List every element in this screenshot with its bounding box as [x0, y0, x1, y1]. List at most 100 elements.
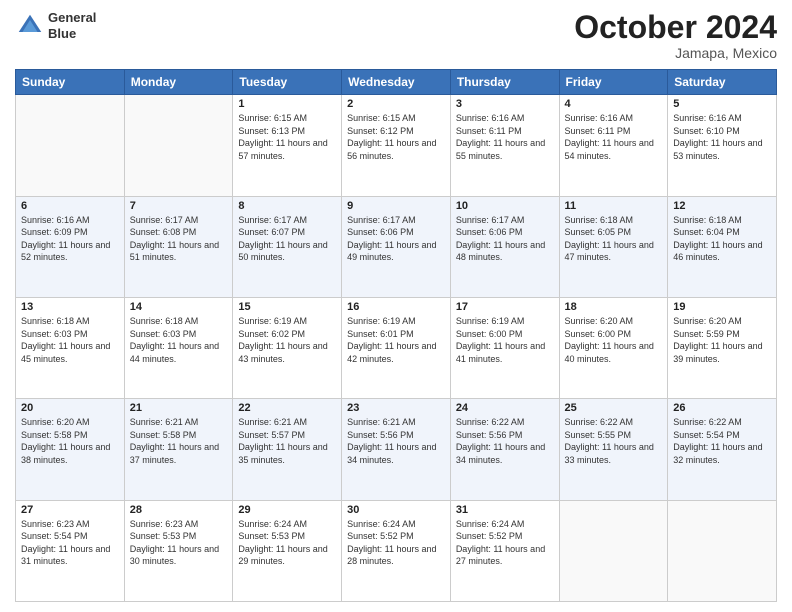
calendar-cell: 18 Sunrise: 6:20 AM Sunset: 6:00 PM Dayli… [559, 297, 668, 398]
day-number: 10 [456, 200, 554, 212]
cell-content: Sunrise: 6:20 AM Sunset: 5:58 PM Dayligh… [21, 416, 119, 466]
day-number: 31 [456, 504, 554, 516]
day-number: 25 [565, 402, 663, 414]
title-block: October 2024 Jamapa, Mexico [574, 10, 777, 61]
cell-content: Sunrise: 6:22 AM Sunset: 5:56 PM Dayligh… [456, 416, 554, 466]
cell-content: Sunrise: 6:15 AM Sunset: 6:12 PM Dayligh… [347, 112, 445, 162]
calendar-cell: 6 Sunrise: 6:16 AM Sunset: 6:09 PM Daylig… [16, 196, 125, 297]
calendar-cell: 28 Sunrise: 6:23 AM Sunset: 5:53 PM Dayli… [124, 500, 233, 601]
calendar-week-2: 6 Sunrise: 6:16 AM Sunset: 6:09 PM Daylig… [16, 196, 777, 297]
cell-content: Sunrise: 6:16 AM Sunset: 6:10 PM Dayligh… [673, 112, 771, 162]
day-number: 8 [238, 200, 336, 212]
day-number: 7 [130, 200, 228, 212]
cell-content: Sunrise: 6:21 AM Sunset: 5:57 PM Dayligh… [238, 416, 336, 466]
cell-content: Sunrise: 6:19 AM Sunset: 6:01 PM Dayligh… [347, 315, 445, 365]
calendar-cell: 7 Sunrise: 6:17 AM Sunset: 6:08 PM Daylig… [124, 196, 233, 297]
day-number: 30 [347, 504, 445, 516]
cell-content: Sunrise: 6:23 AM Sunset: 5:54 PM Dayligh… [21, 518, 119, 568]
day-number: 29 [238, 504, 336, 516]
calendar-table: SundayMondayTuesdayWednesdayThursdayFrid… [15, 69, 777, 602]
day-number: 22 [238, 402, 336, 414]
col-header-sunday: Sunday [16, 70, 125, 95]
cell-content: Sunrise: 6:16 AM Sunset: 6:09 PM Dayligh… [21, 214, 119, 264]
cell-content: Sunrise: 6:19 AM Sunset: 6:00 PM Dayligh… [456, 315, 554, 365]
calendar-cell [668, 500, 777, 601]
calendar-cell: 4 Sunrise: 6:16 AM Sunset: 6:11 PM Daylig… [559, 95, 668, 196]
location: Jamapa, Mexico [574, 45, 777, 61]
cell-content: Sunrise: 6:21 AM Sunset: 5:56 PM Dayligh… [347, 416, 445, 466]
cell-content: Sunrise: 6:20 AM Sunset: 5:59 PM Dayligh… [673, 315, 771, 365]
calendar-cell: 21Sunrise: 6:21 AM Sunset: 5:58 PM Dayli… [124, 399, 233, 500]
logo-icon [15, 11, 45, 41]
col-header-wednesday: Wednesday [342, 70, 451, 95]
day-number: 20 [21, 402, 119, 414]
col-header-monday: Monday [124, 70, 233, 95]
day-number: 11 [565, 200, 663, 212]
cell-content: Sunrise: 6:22 AM Sunset: 5:55 PM Dayligh… [565, 416, 663, 466]
cell-content: Sunrise: 6:17 AM Sunset: 6:06 PM Dayligh… [456, 214, 554, 264]
header: General Blue October 2024 Jamapa, Mexico [15, 10, 777, 61]
day-number: 26 [673, 402, 771, 414]
day-number: 23 [347, 402, 445, 414]
calendar-cell: 26 Sunrise: 6:22 AM Sunset: 5:54 PM Dayli… [668, 399, 777, 500]
calendar-cell: 22 Sunrise: 6:21 AM Sunset: 5:57 PM Dayli… [233, 399, 342, 500]
cell-content: Sunrise: 6:24 AM Sunset: 5:52 PM Dayligh… [347, 518, 445, 568]
calendar-cell: 24Sunrise: 6:22 AM Sunset: 5:56 PM Dayli… [450, 399, 559, 500]
day-number: 9 [347, 200, 445, 212]
logo-text: General Blue [48, 10, 96, 41]
day-number: 28 [130, 504, 228, 516]
calendar-cell [124, 95, 233, 196]
cell-content: Sunrise: 6:24 AM Sunset: 5:53 PM Dayligh… [238, 518, 336, 568]
calendar-cell: 12Sunrise: 6:18 AM Sunset: 6:04 PM Dayli… [668, 196, 777, 297]
day-number: 18 [565, 301, 663, 313]
calendar-cell: 2 Sunrise: 6:15 AM Sunset: 6:12 PM Daylig… [342, 95, 451, 196]
calendar-cell [16, 95, 125, 196]
cell-content: Sunrise: 6:18 AM Sunset: 6:03 PM Dayligh… [21, 315, 119, 365]
cell-content: Sunrise: 6:18 AM Sunset: 6:04 PM Dayligh… [673, 214, 771, 264]
cell-content: Sunrise: 6:16 AM Sunset: 6:11 PM Dayligh… [456, 112, 554, 162]
calendar-cell: 13 Sunrise: 6:18 AM Sunset: 6:03 PM Dayli… [16, 297, 125, 398]
month-title: October 2024 [574, 10, 777, 45]
calendar-cell: 30 Sunrise: 6:24 AM Sunset: 5:52 PM Dayli… [342, 500, 451, 601]
day-number: 27 [21, 504, 119, 516]
calendar-cell: 15Sunrise: 6:19 AM Sunset: 6:02 PM Dayli… [233, 297, 342, 398]
cell-content: Sunrise: 6:17 AM Sunset: 6:08 PM Dayligh… [130, 214, 228, 264]
page: General Blue October 2024 Jamapa, Mexico… [0, 0, 792, 612]
calendar-cell: 16Sunrise: 6:19 AM Sunset: 6:01 PM Dayli… [342, 297, 451, 398]
calendar-cell: 5Sunrise: 6:16 AM Sunset: 6:10 PM Daylig… [668, 95, 777, 196]
calendar-cell: 11 Sunrise: 6:18 AM Sunset: 6:05 PM Dayli… [559, 196, 668, 297]
cell-content: Sunrise: 6:21 AM Sunset: 5:58 PM Dayligh… [130, 416, 228, 466]
calendar-cell: 31Sunrise: 6:24 AM Sunset: 5:52 PM Dayli… [450, 500, 559, 601]
cell-content: Sunrise: 6:18 AM Sunset: 6:03 PM Dayligh… [130, 315, 228, 365]
cell-content: Sunrise: 6:23 AM Sunset: 5:53 PM Dayligh… [130, 518, 228, 568]
cell-content: Sunrise: 6:22 AM Sunset: 5:54 PM Dayligh… [673, 416, 771, 466]
calendar-cell: 27 Sunrise: 6:23 AM Sunset: 5:54 PM Dayli… [16, 500, 125, 601]
calendar-cell: 23 Sunrise: 6:21 AM Sunset: 5:56 PM Dayli… [342, 399, 451, 500]
col-header-tuesday: Tuesday [233, 70, 342, 95]
calendar-cell: 9Sunrise: 6:17 AM Sunset: 6:06 PM Daylig… [342, 196, 451, 297]
col-header-thursday: Thursday [450, 70, 559, 95]
day-number: 4 [565, 98, 663, 110]
calendar-cell: 19Sunrise: 6:20 AM Sunset: 5:59 PM Dayli… [668, 297, 777, 398]
col-header-friday: Friday [559, 70, 668, 95]
calendar-week-5: 27 Sunrise: 6:23 AM Sunset: 5:54 PM Dayli… [16, 500, 777, 601]
calendar-cell: 20 Sunrise: 6:20 AM Sunset: 5:58 PM Dayli… [16, 399, 125, 500]
calendar-cell: 10 Sunrise: 6:17 AM Sunset: 6:06 PM Dayli… [450, 196, 559, 297]
cell-content: Sunrise: 6:16 AM Sunset: 6:11 PM Dayligh… [565, 112, 663, 162]
cell-content: Sunrise: 6:18 AM Sunset: 6:05 PM Dayligh… [565, 214, 663, 264]
col-header-saturday: Saturday [668, 70, 777, 95]
calendar-cell: 3Sunrise: 6:16 AM Sunset: 6:11 PM Daylig… [450, 95, 559, 196]
calendar-cell: 25 Sunrise: 6:22 AM Sunset: 5:55 PM Dayli… [559, 399, 668, 500]
day-number: 6 [21, 200, 119, 212]
cell-content: Sunrise: 6:19 AM Sunset: 6:02 PM Dayligh… [238, 315, 336, 365]
calendar-cell: 17Sunrise: 6:19 AM Sunset: 6:00 PM Dayli… [450, 297, 559, 398]
day-number: 1 [238, 98, 336, 110]
cell-content: Sunrise: 6:15 AM Sunset: 6:13 PM Dayligh… [238, 112, 336, 162]
calendar-cell: 8Sunrise: 6:17 AM Sunset: 6:07 PM Daylig… [233, 196, 342, 297]
calendar-week-3: 13 Sunrise: 6:18 AM Sunset: 6:03 PM Dayli… [16, 297, 777, 398]
day-number: 13 [21, 301, 119, 313]
cell-content: Sunrise: 6:20 AM Sunset: 6:00 PM Dayligh… [565, 315, 663, 365]
calendar-header-row: SundayMondayTuesdayWednesdayThursdayFrid… [16, 70, 777, 95]
day-number: 2 [347, 98, 445, 110]
calendar-week-1: 1 Sunrise: 6:15 AM Sunset: 6:13 PM Daylig… [16, 95, 777, 196]
